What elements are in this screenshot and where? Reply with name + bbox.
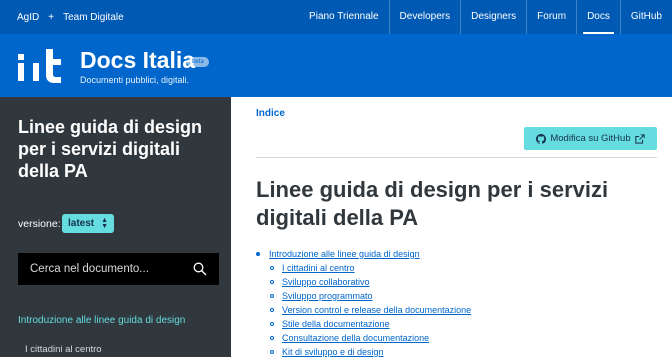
toc-link-introduzione[interactable]: Introduzione alle linee guida di design xyxy=(269,247,420,261)
toc-subitem: Stile della documentazione xyxy=(256,317,656,331)
toc-link[interactable]: Consultazione della documentazione xyxy=(282,331,429,345)
nav-designers[interactable]: Designers xyxy=(461,0,528,34)
toc-subitem: Kit di sviluppo e di design xyxy=(256,345,656,357)
circle-bullet-icon xyxy=(270,266,274,270)
circle-bullet-icon xyxy=(270,336,274,340)
search-icon[interactable] xyxy=(193,262,207,276)
toc-subitem: Sviluppo programmato xyxy=(256,289,656,303)
table-of-contents: Introduzione alle linee guida di design … xyxy=(256,247,656,357)
main-content: Indice Modifica su GitHub Linee guida di… xyxy=(231,97,672,357)
team-digitale-link[interactable]: Team Digitale xyxy=(63,12,124,23)
toc-subitem: Consultazione della documentazione xyxy=(256,331,656,345)
toc-link[interactable]: Stile della documentazione xyxy=(282,317,390,331)
nav-github[interactable]: GitHub xyxy=(621,0,672,34)
circle-bullet-icon xyxy=(270,308,274,312)
brand-subtitle: Documenti pubblici, digitali. xyxy=(80,75,190,85)
site-header: Docs Italia beta Documenti pubblici, dig… xyxy=(0,34,672,97)
top-navigation: AgID + Team Digitale Piano Triennale Dev… xyxy=(0,0,672,34)
version-value: latest xyxy=(68,218,95,229)
toc-item: Introduzione alle linee guida di design xyxy=(256,247,656,261)
select-arrows-icon: ▲ ▼ xyxy=(101,216,109,230)
docs-italia-logo[interactable] xyxy=(16,45,70,85)
circle-bullet-icon xyxy=(270,322,274,326)
edit-on-github-label: Modifica su GitHub xyxy=(550,133,631,144)
search-placeholder: Cerca nel documento... xyxy=(30,263,149,275)
sidebar: Linee guida di design per i servizi digi… xyxy=(0,97,231,357)
toc-link[interactable]: I cittadini al centro xyxy=(282,261,355,275)
plus-separator: + xyxy=(48,11,55,23)
version-label: versione: xyxy=(18,218,61,230)
version-select[interactable]: latest ▲ ▼ xyxy=(62,214,115,233)
toc-subitem: Version control e release della document… xyxy=(256,303,656,317)
sidebar-title[interactable]: Linee guida di design per i servizi digi… xyxy=(18,116,218,182)
circle-bullet-icon xyxy=(270,280,274,284)
nav-forum[interactable]: Forum xyxy=(527,0,578,34)
search-input[interactable]: Cerca nel documento... xyxy=(18,253,219,285)
nav-developers[interactable]: Developers xyxy=(390,0,462,34)
nav-piano-triennale[interactable]: Piano Triennale xyxy=(299,0,390,34)
sidebar-item-cittadini[interactable]: I cittadini al centro xyxy=(25,344,102,355)
external-link-icon xyxy=(634,133,645,144)
edit-on-github-button[interactable]: Modifica su GitHub xyxy=(524,127,657,150)
circle-bullet-icon xyxy=(270,294,274,298)
toc-link[interactable]: Sviluppo collaborativo xyxy=(282,275,370,289)
brand-title[interactable]: Docs Italia xyxy=(80,47,195,73)
divider xyxy=(256,157,657,158)
nav-docs[interactable]: Docs xyxy=(577,0,621,34)
toc-link[interactable]: Sviluppo programmato xyxy=(282,289,373,303)
sidebar-item-introduzione[interactable]: Introduzione alle linee guida di design xyxy=(18,315,185,326)
circle-bullet-icon xyxy=(270,350,274,354)
toc-subitem: Sviluppo collaborativo xyxy=(256,275,656,289)
agid-link[interactable]: AgID xyxy=(17,12,39,23)
toc-link[interactable]: Kit di sviluppo e di design xyxy=(282,345,384,357)
beta-badge: beta xyxy=(187,57,209,67)
bullet-icon xyxy=(256,252,260,256)
page-title: Linee guida di design per i servizi digi… xyxy=(256,177,609,230)
toc-subitem: I cittadini al centro xyxy=(256,261,656,275)
github-icon xyxy=(536,133,547,144)
toc-link[interactable]: Version control e release della document… xyxy=(282,303,471,317)
breadcrumb-indice[interactable]: Indice xyxy=(256,108,285,119)
